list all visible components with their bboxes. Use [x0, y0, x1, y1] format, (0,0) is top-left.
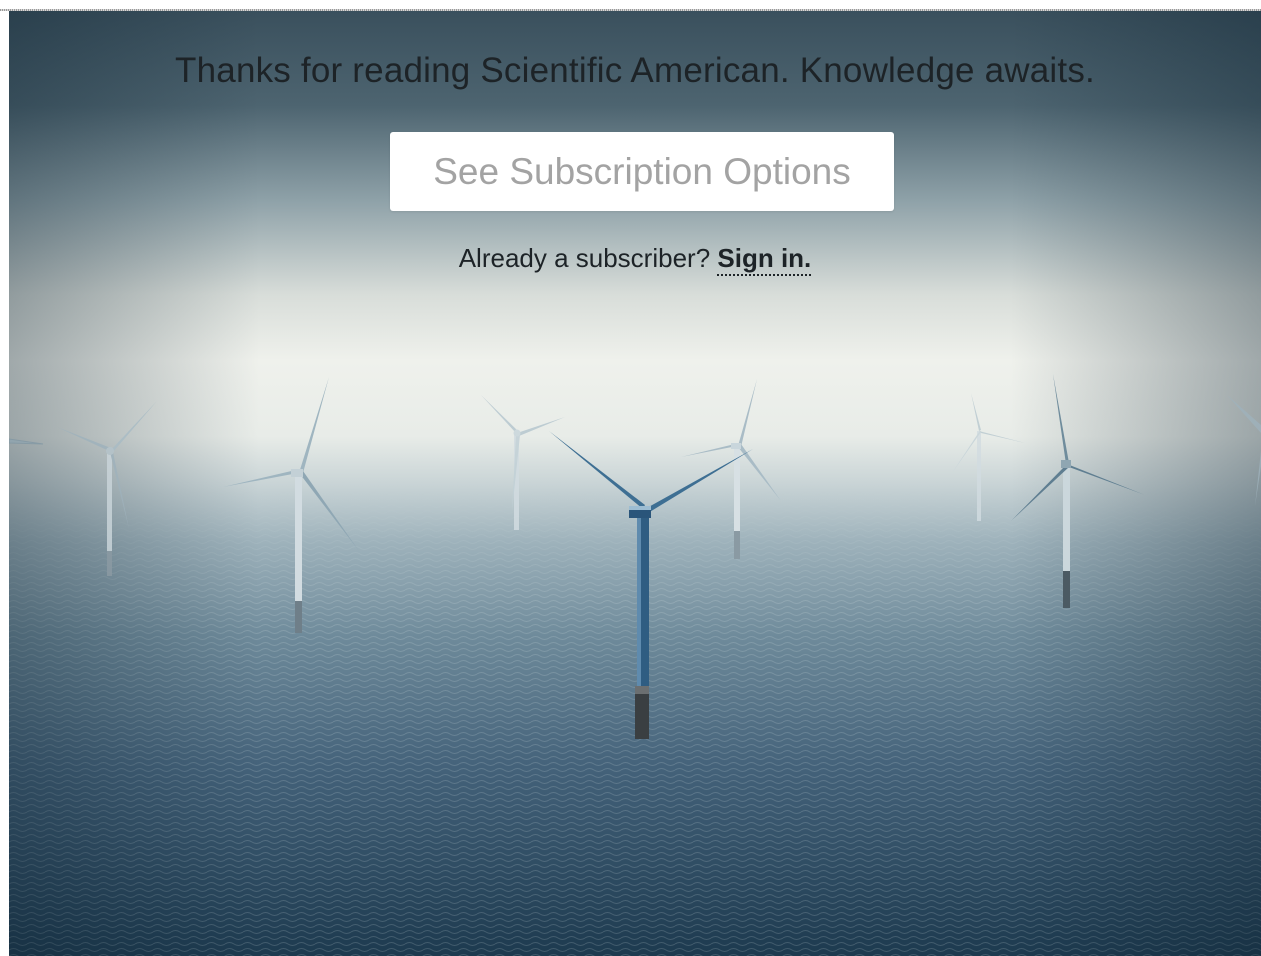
signin-prompt: Already a subscriber? [458, 243, 718, 273]
signin-link[interactable]: Sign in. [717, 243, 812, 276]
paywall-hero: Thanks for reading Scientific American. … [9, 11, 1261, 956]
signin-row: Already a subscriber? Sign in. [9, 243, 1261, 276]
paywall-headline: Thanks for reading Scientific American. … [175, 51, 1095, 90]
page-frame: Thanks for reading Scientific American. … [0, 0, 1261, 956]
see-subscription-options-button[interactable]: See Subscription Options [390, 132, 894, 211]
